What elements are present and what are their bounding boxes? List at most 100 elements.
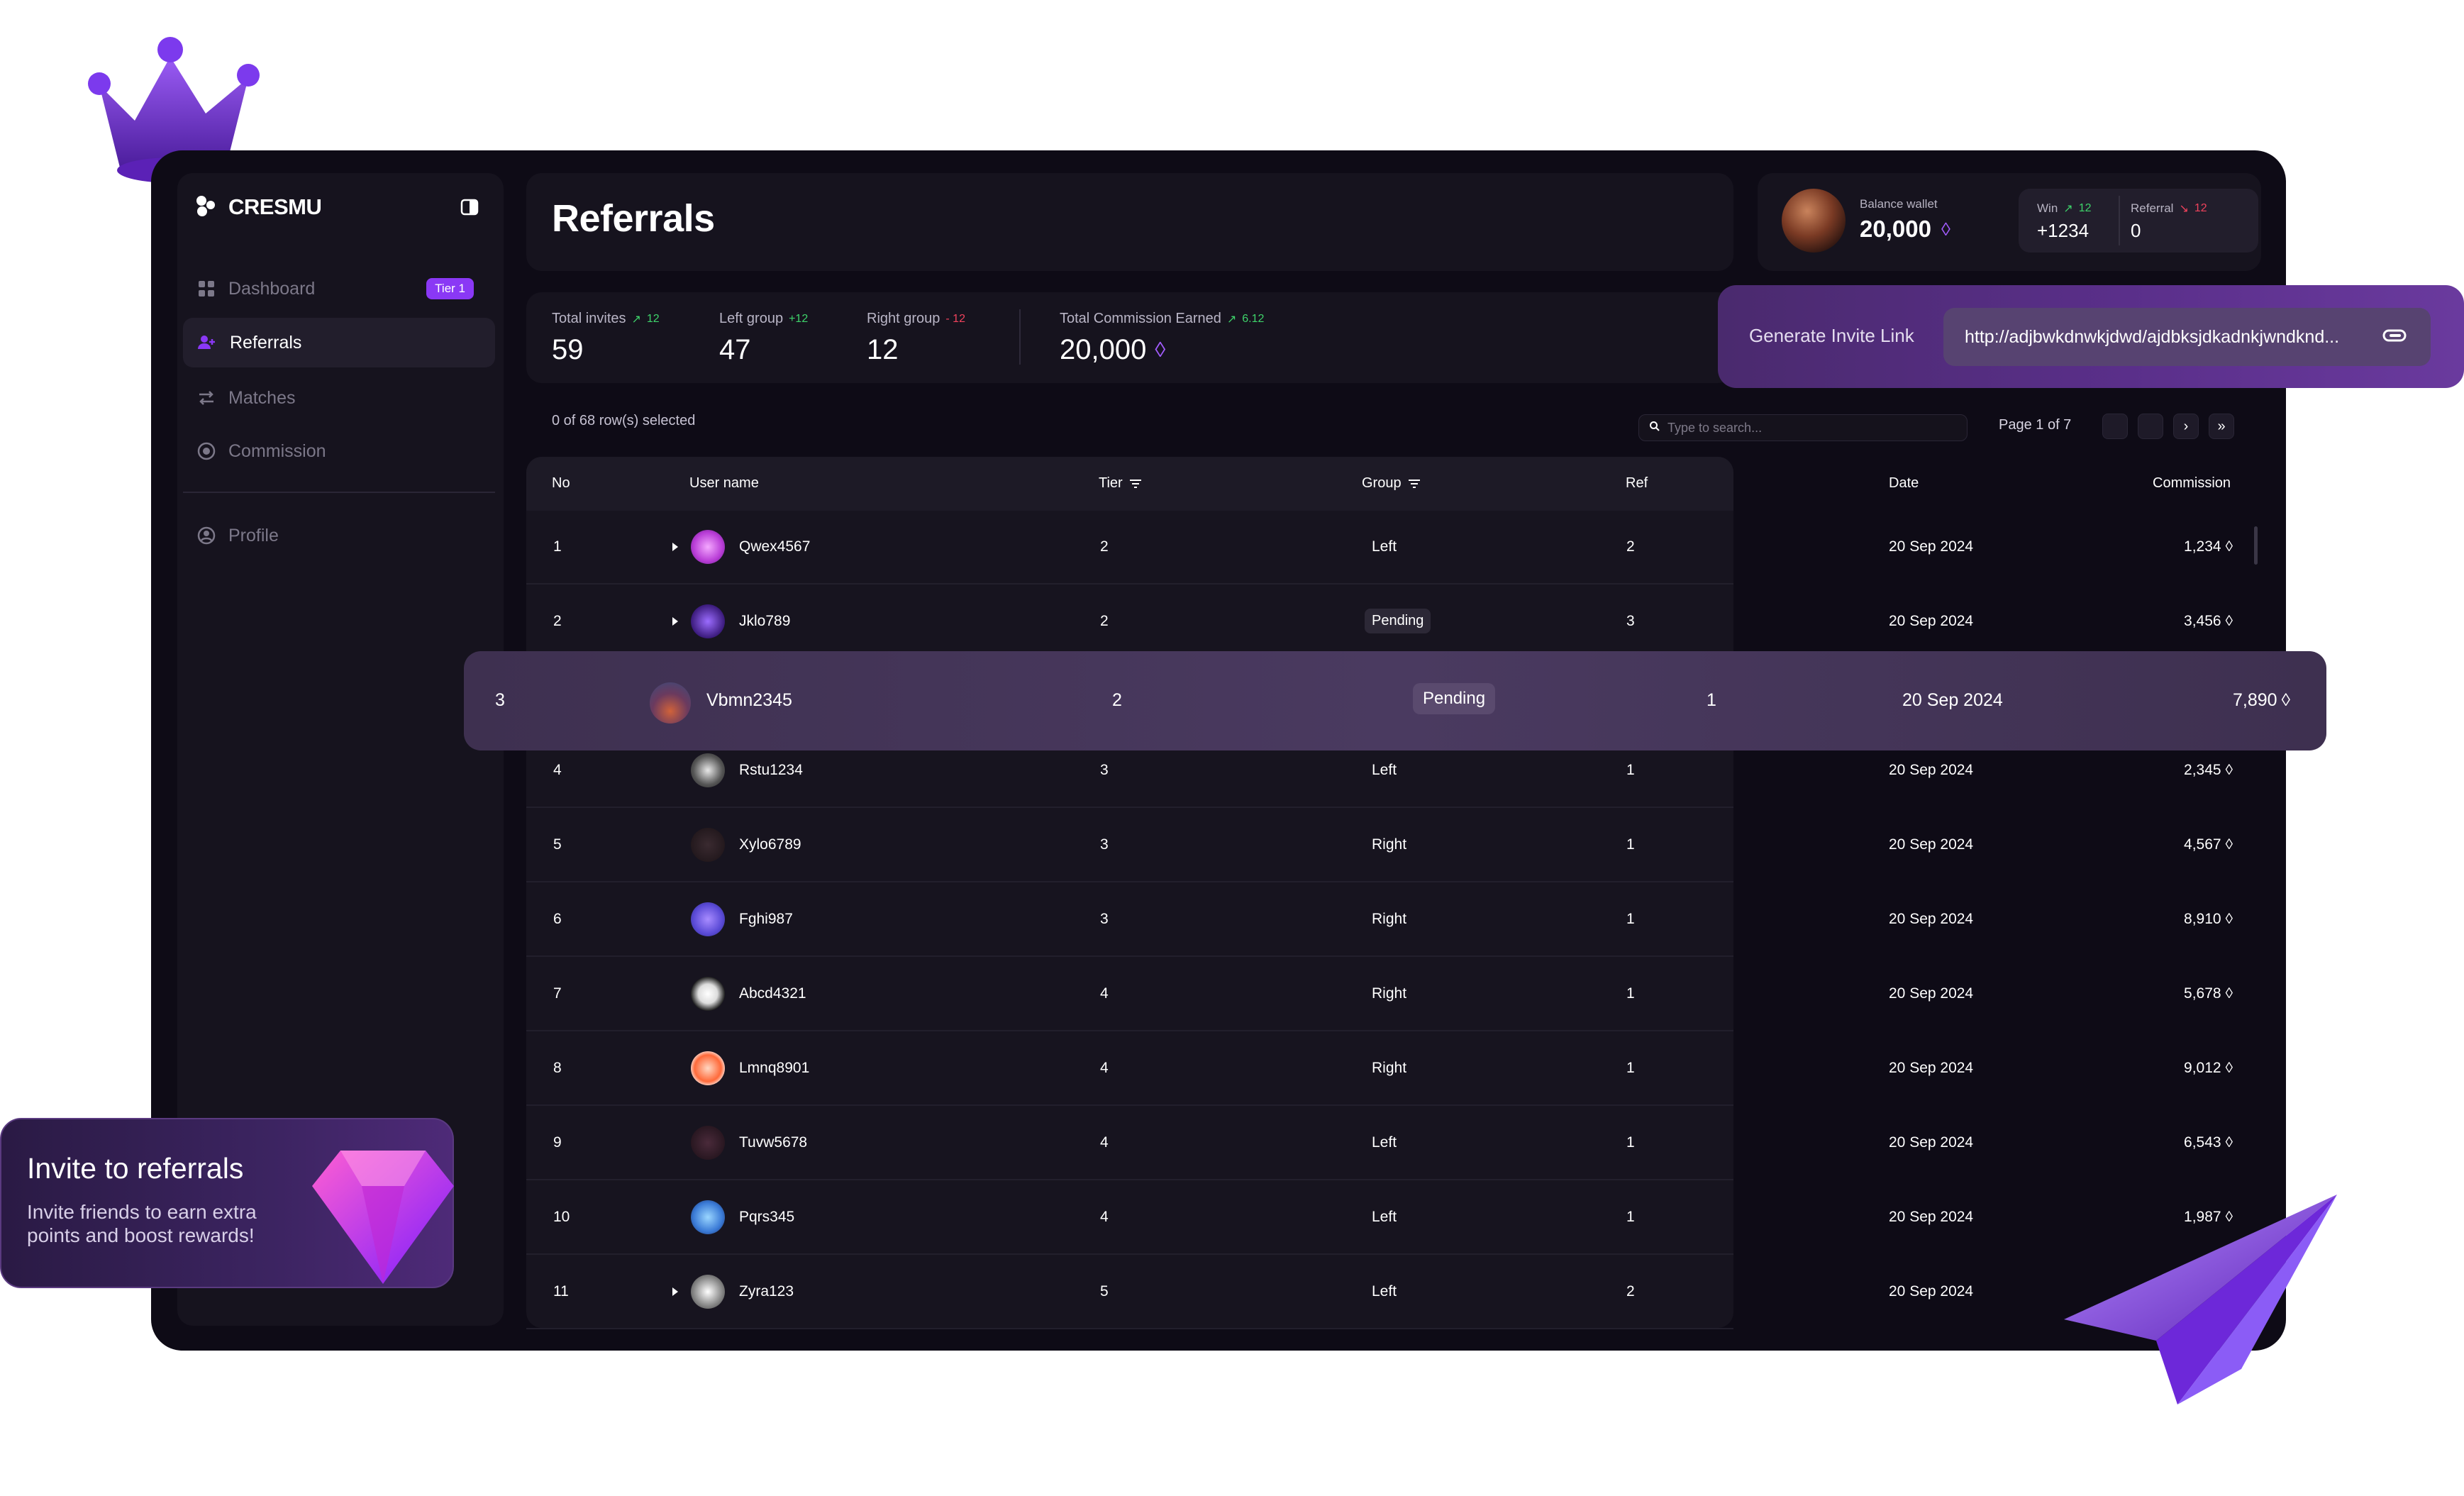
next-page-button[interactable]: › — [2173, 414, 2199, 439]
diamond-icon: ◊ — [2225, 613, 2233, 629]
diamond-icon: ◊ — [2225, 1060, 2233, 1076]
col-tier[interactable]: Tier — [1099, 475, 1143, 492]
sidebar-item-dashboard[interactable]: Dashboard Tier 1 — [183, 264, 495, 314]
prev-page-button[interactable] — [2138, 414, 2163, 439]
table-scrollbar[interactable] — [2254, 526, 2258, 565]
row-no: 3 — [495, 690, 505, 710]
row-commission: 9,012 ◊ — [2184, 1060, 2233, 1077]
row-no: 11 — [553, 1283, 569, 1300]
stats-divider — [1019, 309, 1021, 365]
row-tier: 2 — [1100, 538, 1109, 555]
stat-total-invites: Total invites ↗ 12 59 — [552, 311, 660, 366]
invite-link-label: Generate Invite Link — [1749, 325, 1914, 346]
search-placeholder: Type to search... — [1667, 420, 1763, 435]
row-username: Fghi987 — [739, 911, 793, 927]
search-input[interactable]: Type to search... — [1638, 414, 1968, 441]
row-group: Right — [1372, 1060, 1407, 1076]
row-username: Tuvw5678 — [739, 1134, 808, 1151]
promo-title: Invite to referrals — [27, 1152, 244, 1185]
diamond-icon: ◊ — [2225, 538, 2233, 555]
row-tier: 4 — [1100, 1134, 1109, 1151]
sidebar-item-label: Matches — [228, 387, 296, 408]
row-no: 4 — [553, 762, 562, 778]
col-commission: Commission — [2153, 475, 2231, 491]
row-group: Right — [1372, 836, 1407, 853]
row-group: Left — [1372, 538, 1397, 555]
row-no: 6 — [553, 911, 562, 927]
row-commission: 7,890 ◊ — [2233, 690, 2290, 711]
stat-label: Total invites — [552, 311, 626, 326]
row-date: 20 Sep 2024 — [1889, 985, 1974, 1002]
first-page-button[interactable] — [2102, 414, 2128, 439]
row-group: Left — [1372, 1209, 1397, 1225]
win-delta: 12 — [2078, 202, 2092, 214]
stat-left-group: Left group +12 47 — [719, 311, 808, 366]
win-stat-header: Win ↗ 12 — [2037, 201, 2091, 216]
row-date: 20 Sep 2024 — [1889, 1209, 1974, 1225]
row-no: 10 — [553, 1209, 570, 1225]
win-label: Win — [2037, 201, 2058, 215]
row-commission-value: 7,890 — [2233, 690, 2277, 710]
diamond-icon: ◊ — [2281, 690, 2290, 710]
stat-delta: - 12 — [945, 312, 965, 325]
row-commission: 1,234 ◊ — [2184, 538, 2233, 555]
sidebar-item-profile[interactable]: Profile — [183, 511, 495, 560]
col-group-label: Group — [1362, 475, 1402, 491]
row-tier: 3 — [1100, 762, 1109, 778]
stat-value: 47 — [719, 334, 751, 365]
expand-caret-icon[interactable] — [672, 1287, 678, 1296]
trend-up-icon: ↗ — [631, 313, 641, 326]
avatar[interactable] — [1782, 189, 1846, 253]
stat-right-group: Right group - 12 12 — [867, 311, 965, 366]
expand-caret-icon[interactable] — [672, 617, 678, 626]
chevron-right-icon: › — [2183, 418, 2189, 434]
row-tier: 4 — [1100, 985, 1109, 1002]
filter-icon[interactable] — [1407, 478, 1421, 489]
row-tier: 4 — [1100, 1209, 1109, 1225]
sidebar-item-matches[interactable]: Matches — [183, 373, 495, 423]
referral-label: Referral — [2131, 201, 2174, 215]
wallet-balance-value: 20,000 — [1860, 216, 1931, 242]
col-group[interactable]: Group — [1362, 475, 1421, 492]
row-username: Jklo789 — [739, 613, 791, 629]
search-icon — [1649, 421, 1660, 436]
brand[interactable]: CRESMU — [193, 193, 322, 221]
diamond-icon: ◊ — [2225, 836, 2233, 853]
sidebar-item-label: Dashboard — [228, 278, 316, 299]
brand-name: CRESMU — [228, 194, 322, 219]
col-username: User name — [689, 475, 759, 491]
invite-link-field[interactable]: http://adjbwkdnwkjdwd/ajdbksjdkadnkjwndk… — [1943, 308, 2431, 366]
col-tier-label: Tier — [1099, 475, 1123, 491]
stat-delta: +12 — [789, 312, 809, 325]
row-username: Vbmn2345 — [706, 690, 792, 710]
row-date: 20 Sep 2024 — [1889, 1283, 1974, 1300]
col-no: No — [552, 475, 570, 491]
sidebar-item-label: Profile — [228, 525, 279, 545]
row-no: 7 — [553, 985, 562, 1002]
stat-total-commission: Total Commission Earned ↗ 6.12 20,000 ◊ — [1060, 311, 1264, 366]
row-username: Xylo6789 — [739, 836, 801, 853]
row-username: Zyra123 — [739, 1283, 794, 1300]
tier-badge: Tier 1 — [426, 278, 474, 299]
sidebar-item-referrals[interactable]: Referrals — [183, 318, 495, 367]
copy-link-icon[interactable] — [2382, 325, 2407, 350]
diamond-icon: ◊ — [2225, 1134, 2233, 1151]
last-page-button[interactable]: » — [2209, 414, 2234, 439]
row-date: 20 Sep 2024 — [1889, 613, 1974, 629]
sidebar-item-commission[interactable]: Commission — [183, 426, 495, 476]
status-badge: Pending — [1413, 683, 1496, 714]
row-group: Left — [1372, 1283, 1397, 1300]
sidebar-toggle-icon[interactable] — [460, 197, 479, 221]
wallet-label: Balance wallet — [1860, 197, 1938, 211]
stat-value: 12 — [867, 334, 899, 365]
row-group: Right — [1372, 985, 1407, 1002]
selection-count: 0 of 68 row(s) selected — [552, 413, 696, 428]
stat-value: 59 — [552, 334, 584, 365]
page-title: Referrals — [552, 197, 715, 240]
expand-caret-icon[interactable] — [672, 543, 678, 551]
row-date: 20 Sep 2024 — [1889, 1060, 1974, 1076]
filter-icon[interactable] — [1128, 478, 1143, 489]
users-icon — [198, 336, 215, 349]
row-commission: 2,345 ◊ — [2184, 762, 2233, 779]
avatar — [691, 753, 725, 787]
